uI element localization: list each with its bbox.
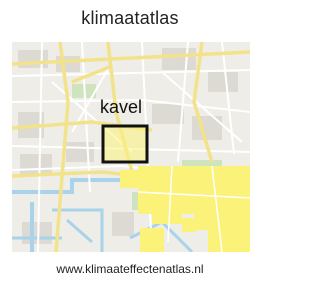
kavel-label: kavel	[100, 97, 143, 117]
kavel-marker[interactable]	[101, 124, 149, 164]
source-url[interactable]: www.klimaateffectenatlas.nl	[0, 262, 260, 276]
map-canvas[interactable]	[12, 42, 250, 252]
map-panel[interactable]: kavel	[12, 42, 250, 252]
page-title: klimaatatlas	[81, 8, 179, 28]
